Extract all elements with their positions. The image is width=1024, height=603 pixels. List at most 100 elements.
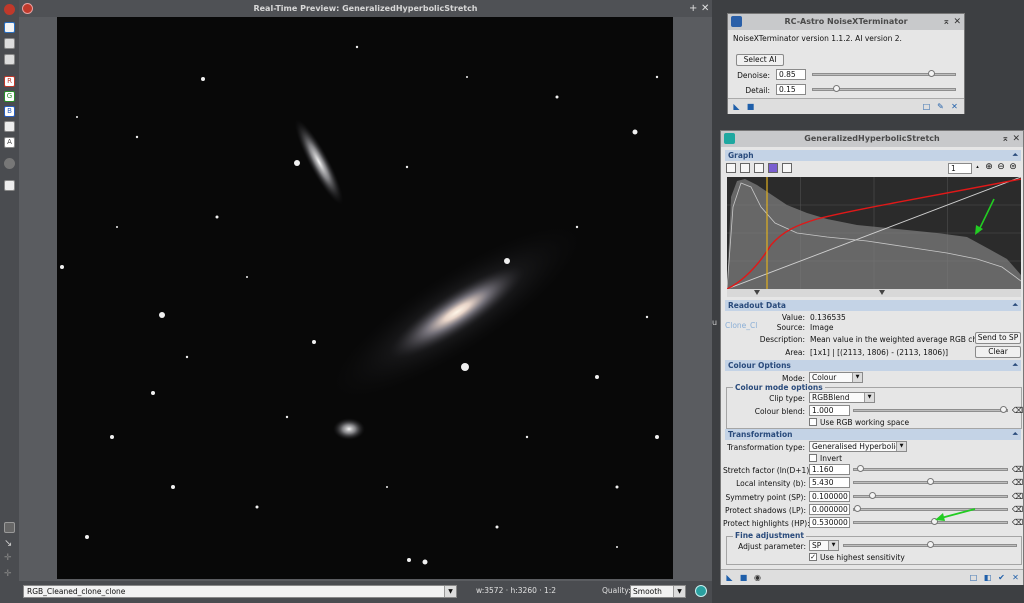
stretch-graph[interactable] [726, 176, 1022, 297]
split-view-icon[interactable] [4, 38, 15, 49]
new-instance-icon[interactable]: ◣ [732, 102, 741, 111]
transformation-type-select[interactable]: Generalised Hyperbolic ▼ [809, 441, 907, 452]
apply-icon[interactable]: ✔ [997, 573, 1006, 582]
ghs-title: GeneralizedHyperbolicStretch [804, 134, 940, 143]
use-rgb-ws-checkbox[interactable] [809, 418, 817, 426]
mode-select[interactable]: Colour ▼ [809, 372, 863, 383]
denoise-slider-knob[interactable] [928, 70, 935, 77]
detail-field[interactable]: 0.15 [776, 84, 806, 95]
colour-blend-field[interactable]: 1.000 [809, 405, 850, 416]
local-intensity-field[interactable]: 5.430 [809, 477, 850, 488]
symmetry-point-field[interactable]: 0.100000 [809, 491, 850, 502]
zoom-reset-icon[interactable]: ⊜ [1008, 163, 1018, 173]
colour-blend-slider[interactable] [853, 406, 1008, 413]
grid-icon[interactable] [768, 163, 778, 173]
use-highest-sensitivity-checkbox[interactable]: ✓ [809, 553, 817, 561]
channel-r-icon[interactable]: R [4, 76, 15, 87]
readout-section-header[interactable]: Readout Data ⏶ [725, 300, 1021, 311]
detail-slider[interactable] [812, 85, 956, 92]
channel-g-icon[interactable]: G [4, 91, 15, 102]
refresh-icon[interactable] [695, 585, 707, 597]
preview-icon[interactable]: □ [922, 102, 931, 111]
colour-section-header[interactable]: Colour Options ⏶ [725, 360, 1021, 371]
stretch-factor-slider-knob[interactable] [857, 465, 864, 472]
move-icon[interactable]: ✛ [4, 569, 15, 580]
reset-icon[interactable]: ⌫ [1012, 492, 1023, 501]
close-icon[interactable] [22, 3, 33, 14]
graph-section-header[interactable]: Graph ⏶ [725, 150, 1021, 161]
channel-b-icon[interactable]: B [4, 106, 15, 117]
clear-button[interactable]: Clear [975, 346, 1021, 358]
add-icon[interactable]: + [689, 0, 697, 17]
channel-a-icon[interactable]: A [4, 137, 15, 148]
zoom-out-icon[interactable]: ⊖ [996, 163, 1006, 173]
stretch-factor-slider[interactable] [853, 465, 1008, 472]
camera-icon[interactable] [4, 158, 15, 169]
reset-icon[interactable]: ⌫ [1012, 505, 1023, 514]
histogram-icon[interactable] [754, 163, 764, 173]
clip-type-select[interactable]: RGBBlend ▼ [809, 392, 875, 403]
documentation-icon[interactable]: ◧ [983, 573, 992, 582]
denoise-slider[interactable] [812, 70, 956, 77]
wrench-icon[interactable]: ✎ [936, 102, 945, 111]
adjust-parameter-select[interactable]: SP ▼ [809, 540, 839, 551]
apply-global-icon[interactable]: ■ [739, 573, 748, 582]
local-intensity-slider-knob[interactable] [927, 478, 934, 485]
fine-adjust-slider[interactable] [843, 541, 1017, 548]
symmetry-point-slider-knob[interactable] [869, 492, 876, 499]
crosshair-icon[interactable]: ✛ [4, 553, 15, 564]
close-icon[interactable]: ✕ [953, 14, 961, 30]
apply-global-icon[interactable]: ■ [746, 102, 755, 111]
local-intensity-slider[interactable] [853, 478, 1008, 485]
protect-shadows-field[interactable]: 0.000000 [809, 504, 850, 515]
reset-icon[interactable]: ⌫ [1012, 478, 1023, 487]
collapse-icon[interactable]: ⏶ [1012, 429, 1018, 440]
stretch-preview-icon[interactable] [782, 163, 792, 173]
new-instance-icon[interactable]: ◣ [725, 573, 734, 582]
stf-icon[interactable] [4, 180, 15, 191]
fine-adjust-slider-knob[interactable] [927, 541, 934, 548]
colour-blend-slider-knob[interactable] [1000, 406, 1007, 413]
view-selector[interactable]: RGB_Cleaned_clone_clone ▼ [23, 585, 457, 598]
arrow-icon[interactable]: ↘ [4, 538, 15, 549]
combined-graph-icon[interactable] [740, 163, 750, 173]
log-graph-icon[interactable] [726, 163, 736, 173]
preview-icon[interactable]: □ [969, 573, 978, 582]
side-label: u [712, 318, 718, 327]
close-all-icon[interactable] [4, 4, 15, 15]
collapse-icon[interactable]: ⏶ [1012, 150, 1018, 161]
transformation-section-header[interactable]: Transformation ⏶ [725, 429, 1021, 440]
quality-select[interactable]: Smooth ▼ [630, 585, 686, 598]
reset-icon[interactable]: ⌫ [1012, 465, 1023, 474]
zoom-field[interactable]: 1 [948, 163, 972, 174]
shade-icon[interactable]: ⌅ [1001, 131, 1009, 147]
collapse-icon[interactable]: ⏶ [1012, 300, 1018, 311]
reset-icon[interactable]: ⌫ [1012, 518, 1023, 527]
reset-icon[interactable]: ⌫ [1012, 406, 1023, 415]
protect-shadows-slider-knob[interactable] [854, 505, 861, 512]
protect-highlights-field[interactable]: 0.530000 [809, 517, 850, 528]
select-ai-button[interactable]: Select AI [736, 54, 784, 66]
collapse-icon[interactable]: ⏶ [1012, 360, 1018, 371]
rgb-channel-icon[interactable] [4, 121, 15, 132]
preview-mode-icon[interactable] [4, 22, 15, 33]
zoom-fit-icon[interactable] [4, 522, 15, 533]
realtime-preview-icon[interactable]: ◉ [753, 573, 762, 582]
stretch-factor-field[interactable]: 1.160 [809, 464, 850, 475]
send-to-sp-button[interactable]: Send to SP [975, 332, 1021, 344]
reset-icon[interactable]: ✕ [1011, 573, 1020, 582]
symmetry-point-slider[interactable] [853, 492, 1008, 499]
compare-view-icon[interactable] [4, 54, 15, 65]
use-rgb-ws-label: Use RGB working space [820, 418, 910, 427]
shade-icon[interactable]: ⌅ [942, 14, 950, 30]
close-icon[interactable]: ✕ [1012, 131, 1020, 147]
detail-slider-knob[interactable] [833, 85, 840, 92]
preview-image[interactable] [57, 17, 673, 579]
denoise-field[interactable]: 0.85 [776, 69, 806, 80]
invert-checkbox[interactable] [809, 454, 817, 462]
readout-description: Mean value in the weighted average RGB c… [810, 335, 998, 344]
zoom-in-icon[interactable]: ⊕ [984, 163, 994, 173]
reset-icon[interactable]: ✕ [950, 102, 959, 111]
zoom-spinner-icon[interactable]: ▴ [974, 163, 981, 173]
close-window-icon[interactable]: ✕ [701, 0, 709, 17]
